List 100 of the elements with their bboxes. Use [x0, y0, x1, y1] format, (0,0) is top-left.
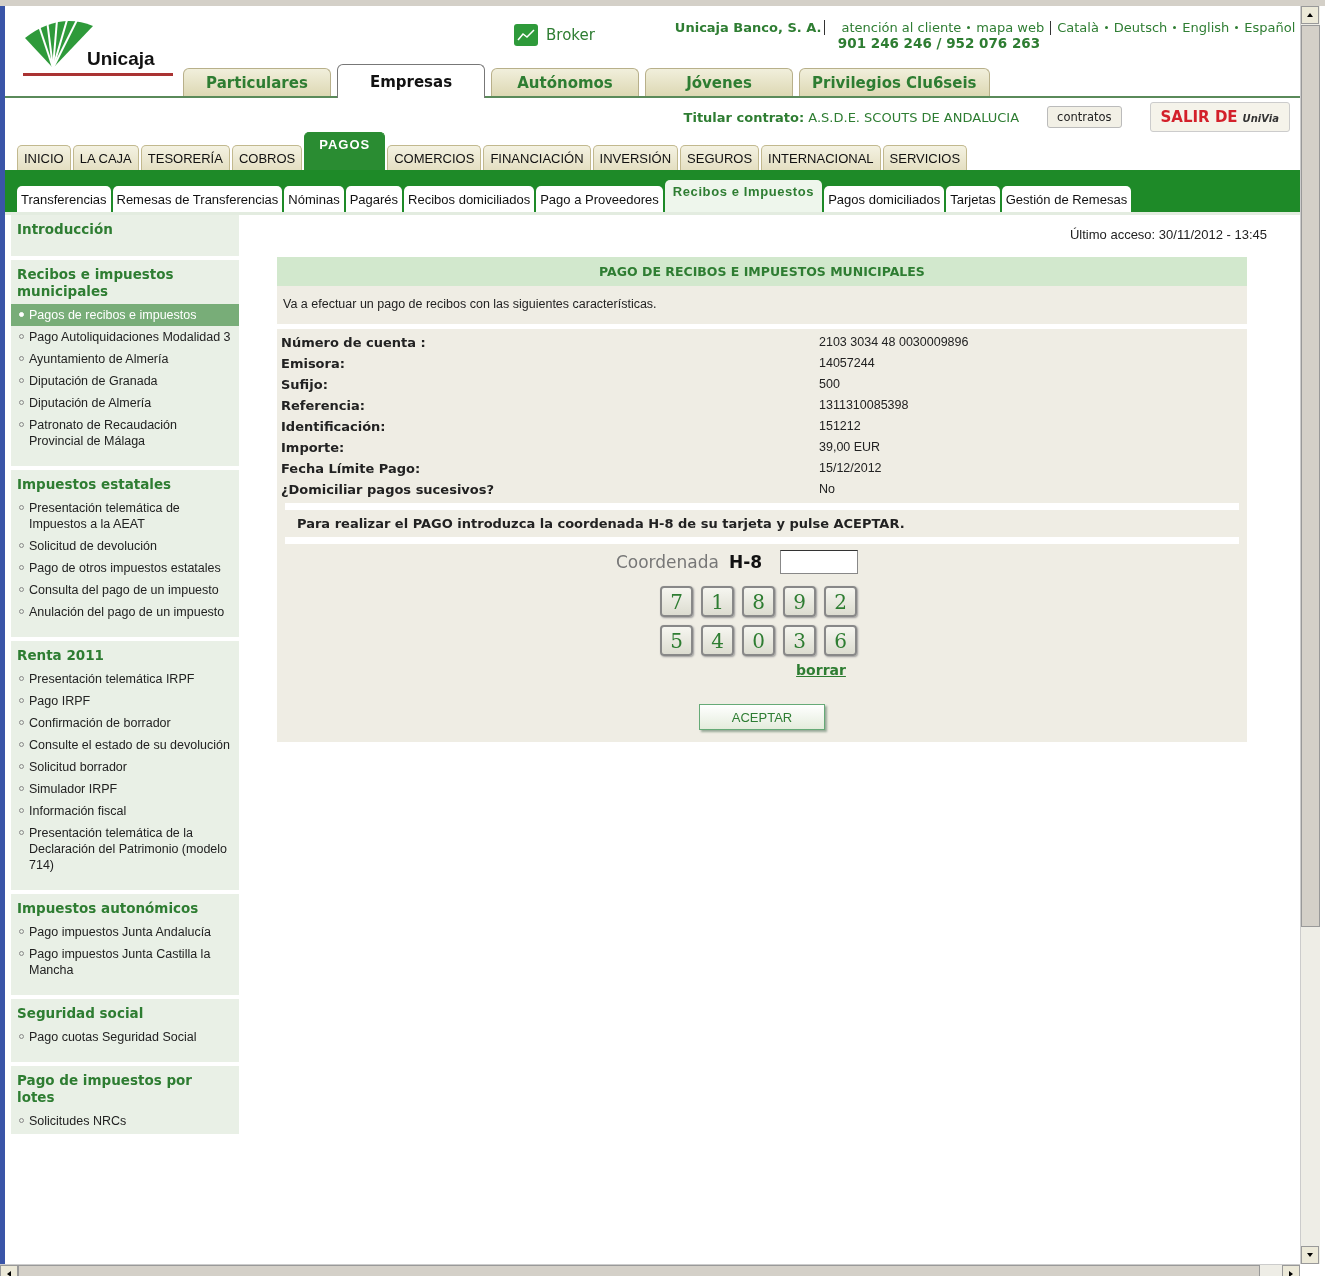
- segment-tab[interactable]: Privilegios Clu6seis: [799, 68, 990, 96]
- submenu-tab[interactable]: Remesas de Transferencias: [112, 186, 283, 212]
- menu-tab[interactable]: SEGUROS: [680, 145, 760, 170]
- keypad-key[interactable]: 0: [742, 625, 775, 656]
- sidebar-item[interactable]: Pago impuestos Junta Andalucía: [11, 921, 239, 943]
- keypad-key[interactable]: 4: [701, 625, 734, 656]
- sidebar-heading[interactable]: Recibos e impuestos municipales: [11, 266, 239, 300]
- sidebar-item[interactable]: Confirmación de borrador: [11, 712, 239, 734]
- keypad-key[interactable]: 5: [660, 625, 693, 656]
- segment-tab[interactable]: Particulares: [183, 68, 331, 96]
- menu-tab[interactable]: INICIO: [17, 145, 71, 170]
- menu-tab[interactable]: COMERCIOS: [387, 145, 482, 170]
- keypad-key[interactable]: 3: [783, 625, 816, 656]
- sidebar-item[interactable]: Pago IRPF: [11, 690, 239, 712]
- submenu-tab[interactable]: Gestión de Remesas: [1001, 186, 1132, 212]
- scroll-arrow-button[interactable]: [1301, 6, 1319, 24]
- vertical-scrollbar[interactable]: [1300, 6, 1320, 1264]
- coordinate-label: Coordenada: [615, 552, 719, 572]
- sidebar-heading[interactable]: Introducción: [11, 221, 239, 238]
- keypad-key[interactable]: 6: [824, 625, 857, 656]
- sidebar-item[interactable]: Pago impuestos Junta Castilla la Mancha: [11, 943, 239, 981]
- field-value: 151212: [819, 419, 862, 434]
- field-label: Identificación:: [281, 419, 387, 434]
- field-value: 15/12/2012: [819, 461, 883, 476]
- menu-tab[interactable]: INVERSIÓN: [592, 145, 679, 170]
- language-link[interactable]: Deutsch: [1113, 20, 1168, 35]
- menu-tab[interactable]: LA CAJA: [72, 145, 139, 170]
- intro-text: Va a efectuar un pago de recibos con las siguientes características.: [277, 286, 1247, 329]
- sidebar-item[interactable]: Pago de otros impuestos estatales: [11, 557, 239, 579]
- sidebar-item[interactable]: Pago cuotas Seguridad Social: [11, 1026, 239, 1048]
- sidebar-item[interactable]: Solicitud borrador: [11, 756, 239, 778]
- language-link[interactable]: Català: [1057, 20, 1099, 35]
- keypad-key[interactable]: 1: [701, 586, 734, 617]
- menu-tab[interactable]: INTERNACIONAL: [761, 145, 881, 170]
- sidebar-heading[interactable]: Renta 2011: [11, 647, 239, 664]
- submenu-tab[interactable]: Recibos domiciliados: [404, 186, 535, 212]
- submenu-tab[interactable]: Nóminas: [284, 186, 344, 212]
- sidebar-item[interactable]: Solicitudes NRCs: [11, 1110, 239, 1132]
- submenu-tab[interactable]: Pagarés: [345, 186, 403, 212]
- coordinate-input-field[interactable]: [780, 550, 859, 574]
- bank-name: Unicaja Banco, S. A.: [674, 20, 826, 35]
- sidebar-item[interactable]: Anulación del pago de un impuesto: [11, 601, 239, 623]
- language-link[interactable]: English: [1182, 20, 1230, 35]
- sidebar-heading[interactable]: Impuestos estatales: [11, 476, 239, 493]
- field-label: Referencia:: [281, 398, 366, 413]
- field-value: 1311310085398: [819, 398, 910, 413]
- sidebar-item[interactable]: Simulador IRPF: [11, 778, 239, 800]
- field-value: 14057244: [819, 356, 876, 371]
- menu-tab[interactable]: TESORERÍA: [140, 145, 230, 170]
- segment-tab[interactable]: Autónomos: [491, 68, 639, 96]
- sidebar-item[interactable]: Presentación telemática IRPF: [11, 668, 239, 690]
- sidebar-item[interactable]: Consulta del pago de un impuesto: [11, 579, 239, 601]
- phone-number: 901 246 246 / 952 076 263: [837, 35, 1042, 51]
- field-value: 39,00 EUR: [819, 440, 882, 455]
- menu-tab[interactable]: PAGOS: [304, 132, 386, 170]
- sidebar-item[interactable]: Diputación de Granada: [11, 370, 239, 392]
- keypad-key[interactable]: 8: [742, 586, 775, 617]
- panel-title: PAGO DE RECIBOS E IMPUESTOS MUNICIPALES: [277, 257, 1247, 286]
- sidebar-item[interactable]: Información fiscal: [11, 800, 239, 822]
- submenu-tab[interactable]: Pagos domiciliados: [824, 186, 945, 212]
- sidebar-item[interactable]: Diputación de Almería: [11, 392, 239, 414]
- header-link[interactable]: atención al cliente: [841, 20, 962, 35]
- sidebar-heading[interactable]: Seguridad social: [11, 1005, 239, 1022]
- field-value: No: [819, 482, 836, 497]
- keypad-key[interactable]: 9: [783, 586, 816, 617]
- contract-holder: Titular contrato: A.S.D.E. SCOUTS DE ANDALUCIA: [683, 109, 1020, 125]
- sidebar-item[interactable]: Presentación telemática de Impuestos a la AEAT: [11, 497, 239, 535]
- menu-tab[interactable]: COBROS: [231, 145, 303, 170]
- sidebar-item[interactable]: Pago Autoliquidaciones Modalidad 3: [11, 326, 239, 348]
- submenu-tab[interactable]: Transferencias: [17, 186, 111, 212]
- field-label: Sufijo:: [281, 377, 329, 392]
- keypad-key[interactable]: 7: [660, 586, 693, 617]
- sidebar-heading[interactable]: Impuestos autonómicos: [11, 900, 239, 917]
- field-label: ¿Domiciliar pagos sucesivos?: [281, 482, 496, 497]
- sidebar-item[interactable]: Patronato de Recaudación Provincial de Málaga: [11, 414, 239, 452]
- sidebar-item[interactable]: Consulte el estado de su devolución: [11, 734, 239, 756]
- field-value: 2103 3034 48 0030009896: [819, 335, 970, 350]
- keypad-key[interactable]: 2: [824, 586, 857, 617]
- accept-button[interactable]: ACEPTAR: [699, 704, 825, 730]
- submenu-tab[interactable]: Pago a Proveedores: [536, 186, 663, 212]
- menu-tab[interactable]: FINANCIACIÓN: [483, 145, 591, 170]
- segment-tab[interactable]: Empresas: [337, 64, 485, 98]
- sidebar-heading[interactable]: Pago de impuestos por lotes: [11, 1072, 239, 1106]
- logout-button[interactable]: SALIR DE UniVia: [1149, 102, 1290, 132]
- language-link[interactable]: Español: [1244, 20, 1296, 35]
- broker-link[interactable]: Broker: [546, 26, 595, 44]
- clear-link[interactable]: borrar: [796, 662, 846, 678]
- menu-tab[interactable]: SERVICIOS: [882, 145, 968, 170]
- sidebar-item[interactable]: Ayuntamiento de Almería: [11, 348, 239, 370]
- segment-tab[interactable]: Jóvenes: [645, 68, 793, 96]
- field-label: Fecha Límite Pago:: [281, 461, 422, 476]
- field-value: 500: [819, 377, 841, 392]
- sidebar-item[interactable]: Solicitud de devolución: [11, 535, 239, 557]
- contracts-button[interactable]: contratos: [1047, 106, 1122, 128]
- submenu-tab[interactable]: Tarjetas: [946, 186, 1000, 212]
- logo-text: Unicaja: [87, 48, 155, 70]
- submenu-tab[interactable]: Recibos e Impuestos: [664, 180, 823, 212]
- scroll-arrow-button[interactable]: [1301, 1246, 1319, 1264]
- header-link[interactable]: mapa web: [976, 20, 1045, 35]
- sidebar-item[interactable]: Presentación telemática de la Declaración del Patrimonio (modelo 714): [11, 822, 239, 876]
